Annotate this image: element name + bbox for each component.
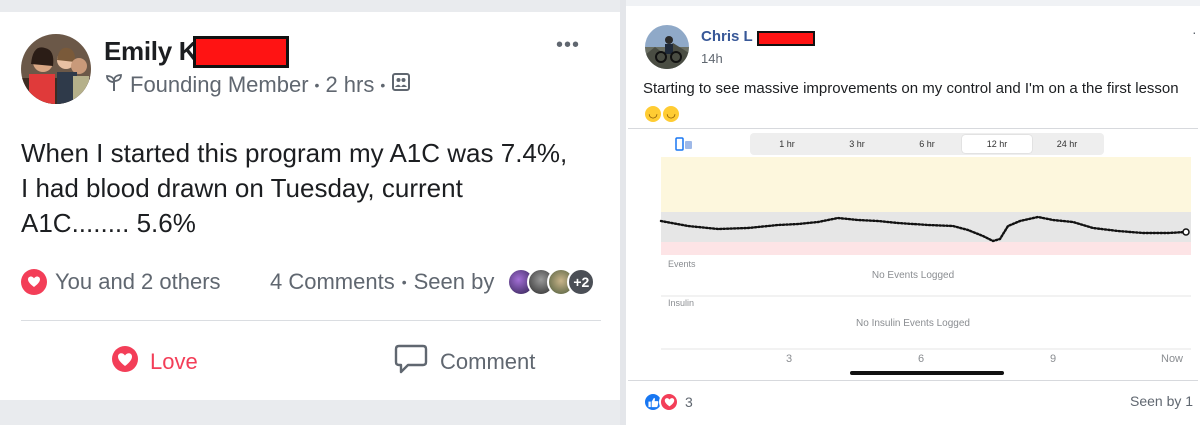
member-badge[interactable]: Founding Member xyxy=(130,72,309,98)
events-empty-state: No Events Logged xyxy=(871,270,955,281)
redaction-bar xyxy=(193,36,289,68)
heart-icon xyxy=(659,392,679,412)
reaction-summary[interactable]: You and 2 others xyxy=(21,266,221,298)
redaction-bar xyxy=(757,31,815,46)
separator-dot: • xyxy=(314,77,320,93)
post-body: When I started this program my A1C was 7… xyxy=(21,136,611,241)
seen-by-avatars[interactable]: +2 xyxy=(507,268,596,296)
post-meta: Founding Member • 2 hrs • xyxy=(104,72,411,98)
insulin-label: Insulin xyxy=(668,298,695,308)
left-post-card: Emily K Founding Member • 2 hrs • ••• Wh… xyxy=(0,0,620,425)
post-body: Starting to see massive improvements on … xyxy=(643,78,1193,122)
post-timestamp[interactable]: 14h xyxy=(701,51,723,66)
heart-icon xyxy=(112,346,138,378)
low-range-band xyxy=(661,242,1191,255)
current-reading-marker xyxy=(1182,228,1190,236)
grinning-emoji-icon: ◡ xyxy=(663,106,679,122)
post-body-line: When I started this program my A1C was 7… xyxy=(21,138,568,168)
author-avatar[interactable] xyxy=(21,34,91,104)
feed-background-top xyxy=(0,0,620,12)
more-options-button[interactable]: · xyxy=(1192,24,1197,40)
grinning-emoji-icon: ◡ xyxy=(645,106,661,122)
divider xyxy=(21,320,601,321)
reaction-summary[interactable]: 3 xyxy=(643,392,693,412)
right-post-card: Chris L 14h · Starting to see massive im… xyxy=(626,0,1200,425)
engagement-summary: 4 Comments • Seen by +2 xyxy=(270,266,596,298)
glucose-trace-plot xyxy=(659,157,1191,350)
events-label: Events xyxy=(668,259,696,269)
more-options-button[interactable]: ••• xyxy=(556,34,580,57)
author-name[interactable]: Emily K xyxy=(104,36,198,67)
author-avatar[interactable] xyxy=(645,25,689,69)
love-label: Love xyxy=(150,349,198,374)
author-name[interactable]: Chris L xyxy=(701,28,753,45)
insulin-empty-state: No Insulin Events Logged xyxy=(856,318,970,329)
x-axis-tick: Now xyxy=(1161,353,1184,365)
high-range-band xyxy=(661,157,1191,212)
separator-dot: • xyxy=(380,77,386,93)
speech-bubble-icon xyxy=(394,342,428,382)
comment-label: Comment xyxy=(440,349,536,374)
love-button[interactable]: Love xyxy=(112,342,198,382)
post-body-line: I had blood drawn on Tuesday, current xyxy=(21,173,463,203)
post-timestamp[interactable]: 2 hrs xyxy=(325,72,374,98)
target-range-band xyxy=(661,212,1191,242)
x-axis-tick: 9 xyxy=(1050,353,1057,365)
seen-by-label[interactable]: Seen by xyxy=(414,269,495,295)
separator-dot: • xyxy=(401,274,407,290)
sprout-icon xyxy=(104,72,124,98)
x-axis-tick: 3 xyxy=(786,353,793,365)
seen-by-count[interactable]: Seen by 1 xyxy=(1130,393,1193,409)
seen-by-more-count[interactable]: +2 xyxy=(567,268,596,296)
feed-background-top xyxy=(626,0,1200,6)
comments-count-link[interactable]: 4 Comments xyxy=(270,269,395,295)
feed-background-bottom xyxy=(0,400,620,425)
post-body-line: A1C........ 5.6% xyxy=(21,208,196,238)
x-axis-tick: 6 xyxy=(918,353,925,365)
post-body-text: Starting to see massive improvements on … xyxy=(643,80,1179,97)
home-indicator-bar xyxy=(850,371,1004,375)
heart-icon xyxy=(21,269,47,295)
reaction-count[interactable]: 3 xyxy=(685,394,693,410)
audience-group-icon[interactable] xyxy=(391,72,411,98)
glucose-chart-widget: 1 hr 3 hr 6 hr 12 hr 24 hr Events No Eve… xyxy=(628,128,1198,381)
comment-button[interactable]: Comment xyxy=(394,342,535,382)
reaction-text[interactable]: You and 2 others xyxy=(55,269,221,295)
